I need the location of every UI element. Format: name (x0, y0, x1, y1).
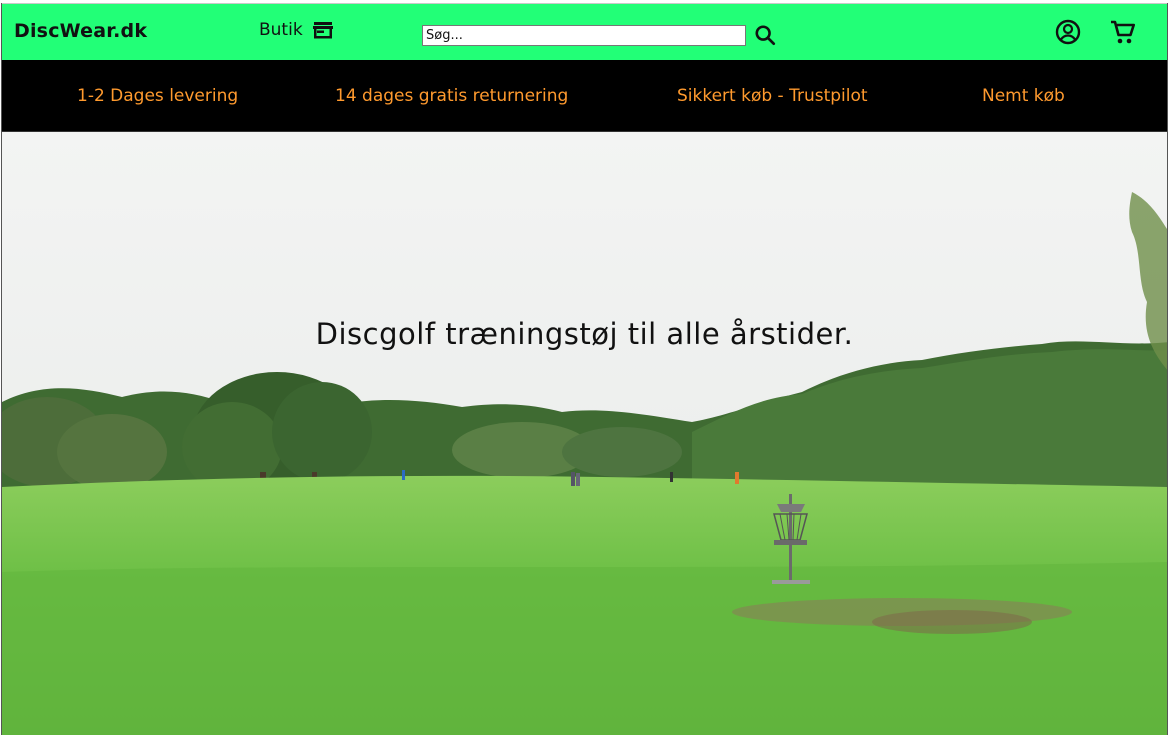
header-bar: DiscWear.dk Butik (2, 3, 1167, 60)
usp-bar: 1-2 Dages levering 14 dages gratis retur… (2, 60, 1167, 132)
usp-trustpilot[interactable]: Sikkert køb - Trustpilot (677, 86, 868, 106)
hero-background-image (2, 132, 1167, 735)
usp-easy-purchase: Nemt køb (982, 86, 1065, 106)
site-logo[interactable]: DiscWear.dk (14, 20, 147, 42)
search-bar (422, 22, 778, 48)
hero-banner: Discgolf træningstøj til alle årstider. (2, 132, 1167, 735)
shopping-cart-icon (1111, 20, 1135, 44)
page: DiscWear.dk Butik Søg... 1-2 Dages lever… (1, 3, 1168, 735)
shop-link[interactable]: Butik (259, 18, 335, 42)
hero-title: Discgolf træningstøj til alle årstider. (315, 317, 854, 351)
shop-label: Butik (259, 20, 303, 40)
usp-delivery: 1-2 Dages levering (77, 86, 239, 106)
store-icon (312, 22, 333, 39)
account-button[interactable] (1054, 18, 1082, 46)
usp-returns: 14 dages gratis returnering (335, 86, 569, 106)
account-circle-icon (1055, 19, 1081, 45)
search-icon (755, 25, 776, 46)
search-button[interactable] (752, 22, 778, 48)
search-input[interactable] (422, 24, 746, 46)
cart-button[interactable] (1108, 18, 1138, 46)
